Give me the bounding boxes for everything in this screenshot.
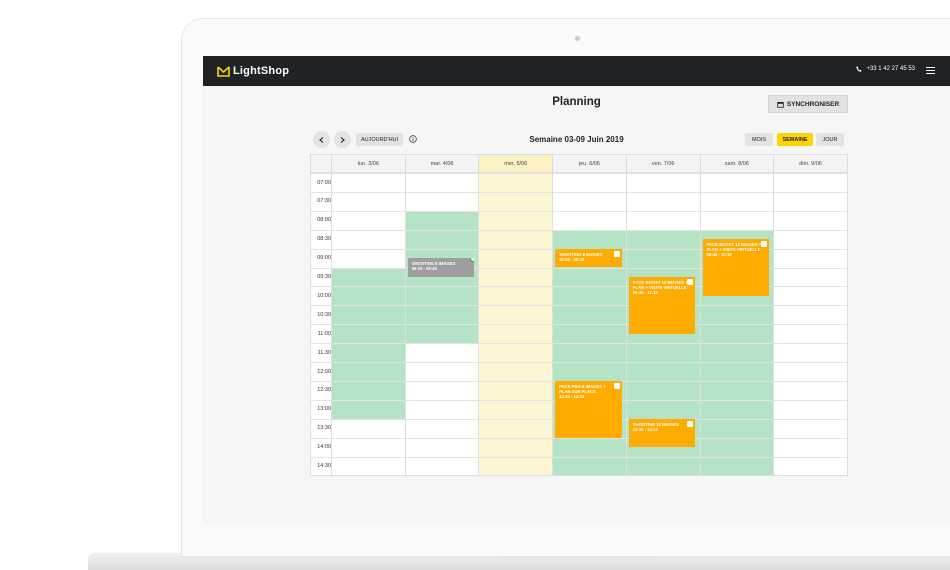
top-navbar: LightShop +33 1 42 27 45 53 xyxy=(203,56,950,86)
calendar-icon xyxy=(613,250,620,257)
time-label: 13:00 xyxy=(317,406,331,413)
day-header[interactable]: dim. 9/06 xyxy=(773,155,847,172)
calendar-icon xyxy=(761,241,768,248)
time-label: 08:30 xyxy=(317,236,331,243)
calendar-event[interactable]: PACK PRO 8 IMAGES + PLAN SUR PLACE 12:30 … xyxy=(555,380,622,438)
day-header[interactable]: ven. 7/06 xyxy=(625,155,700,172)
day-column xyxy=(478,173,552,475)
time-label: 14:00 xyxy=(317,444,331,451)
sync-button[interactable]: SYNCHRONISER xyxy=(768,95,848,113)
time-label: 13:30 xyxy=(317,425,331,432)
phone-icon xyxy=(856,66,863,72)
hamburger-menu-icon[interactable] xyxy=(926,67,935,75)
day-header[interactable]: sam. 8/06 xyxy=(699,155,774,172)
camera-dot xyxy=(575,36,580,41)
day-column xyxy=(331,173,405,475)
day-header[interactable]: mar. 4/06 xyxy=(404,155,479,172)
event-time: 09:45 - 11:15 xyxy=(632,289,658,295)
logo[interactable]: LightShop xyxy=(217,65,289,77)
phone-contact[interactable]: +33 1 42 27 45 53 xyxy=(856,66,915,72)
time-label: 11:30 xyxy=(317,349,331,356)
app-screen: LightShop +33 1 42 27 45 53 Planning SYN… xyxy=(203,56,950,524)
logo-text: LightShop xyxy=(233,65,290,77)
event-title: PACK BOOST 12 IMAGES + PLAN + VISITE VIR… xyxy=(706,242,762,253)
calendar-icon xyxy=(687,420,694,427)
event-time: 08:45 - 10:15 xyxy=(706,252,732,258)
calendar-icon xyxy=(777,101,784,108)
calendar-event[interactable]: PACK BOOST 12 IMAGES + PLAN + VISITE VIR… xyxy=(702,239,770,296)
time-label: 10:30 xyxy=(317,311,331,318)
grid-line xyxy=(311,475,847,476)
week-calendar: lun. 3/06 mar. 4/06 mer. 5/06 jeu. 6/06 ven.… xyxy=(310,154,848,476)
check-icon xyxy=(470,258,475,263)
phone-number: +33 1 42 27 45 53 xyxy=(866,66,915,72)
time-label: 07:00 xyxy=(317,179,331,186)
day-header[interactable]: jeu. 6/06 xyxy=(552,155,626,172)
view-day-button[interactable]: JOUR xyxy=(816,133,844,146)
time-label: 09:00 xyxy=(317,255,331,262)
event-time: 12:30 - 14:00 xyxy=(559,393,585,399)
time-label: 11:00 xyxy=(317,330,331,337)
calendar-event[interactable]: SHOOTING 8 IMAGES 09:15 - 09:45 xyxy=(407,258,475,277)
calendar-event[interactable]: PACK BOOST 12 IMAGES + PLAN + VISITE VIR… xyxy=(628,276,696,334)
time-label: 14:30 xyxy=(317,463,331,469)
event-time: 09:15 - 09:45 xyxy=(411,266,437,272)
time-label: 08:00 xyxy=(317,217,331,224)
day-header[interactable]: mer. 5/06 xyxy=(478,155,553,172)
time-label: 09:30 xyxy=(317,274,331,280)
day-column xyxy=(404,173,479,475)
view-month-button[interactable]: MOIS xyxy=(745,133,773,146)
time-label: 10:00 xyxy=(317,292,331,299)
event-title: PACK BOOST 12 IMAGES + PLAN + VISITE VIR… xyxy=(632,279,688,290)
event-title: PACK PRO 8 IMAGES + PLAN SUR PLACE xyxy=(559,383,606,394)
day-header[interactable]: lun. 3/06 xyxy=(331,155,405,172)
time-label: 12:00 xyxy=(317,368,331,375)
event-time: 13:30 - 14:15 xyxy=(632,426,658,432)
sync-button-label: SYNCHRONISER xyxy=(786,100,840,108)
time-label: 12:30 xyxy=(317,387,331,394)
calendar-event[interactable]: SHOOTING 8 IMAGES 09:00 - 09:30 xyxy=(555,248,622,268)
calendar-header: lun. 3/06 mar. 4/06 mer. 5/06 jeu. 6/06 ven.… xyxy=(311,155,847,173)
day-column xyxy=(773,173,847,475)
day-column xyxy=(699,173,774,475)
calendar-icon xyxy=(687,278,694,285)
event-time: 09:00 - 09:30 xyxy=(559,256,585,262)
logo-icon xyxy=(217,65,230,77)
calendar-icon xyxy=(613,382,620,389)
view-week-button[interactable]: SEMAINE xyxy=(777,133,813,146)
time-label: 07:30 xyxy=(317,198,331,205)
calendar-event[interactable]: SHOOTING 12 IMAGES 13:30 - 14:15 xyxy=(628,418,696,448)
